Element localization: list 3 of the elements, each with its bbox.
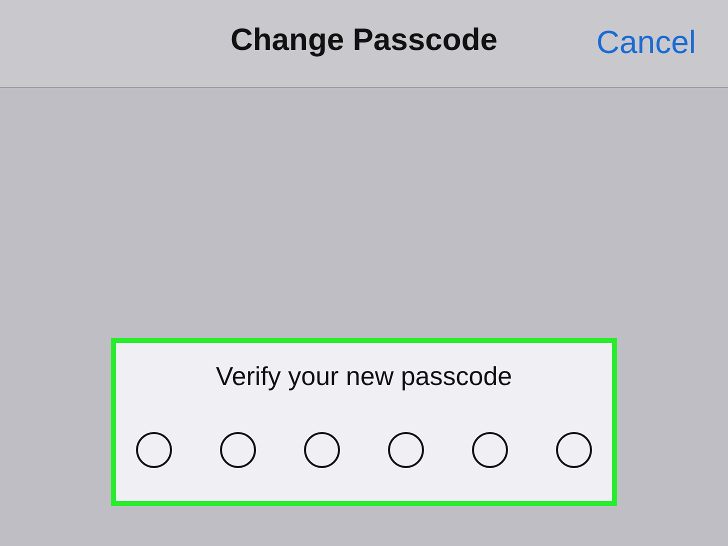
nav-title: Change Passcode — [230, 21, 498, 60]
cancel-button[interactable]: Cancel — [596, 26, 696, 58]
prompt-text: Verify your new passcode — [216, 360, 512, 393]
